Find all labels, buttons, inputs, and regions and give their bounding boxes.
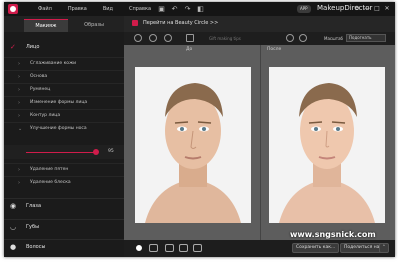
person-icon[interactable] xyxy=(179,244,188,252)
list-item-expanded[interactable]: ⌄ Улучшение формы носа xyxy=(4,122,124,135)
list-item-label: Удаление блеска xyxy=(30,180,71,185)
list-item[interactable]: › Удаление блеска xyxy=(4,176,124,189)
section-face-label: Лицо xyxy=(26,44,40,50)
list-item-label: Изменение формы лица xyxy=(30,100,88,105)
list-item-label: Контур лица xyxy=(30,113,61,118)
list-item[interactable]: › Основа xyxy=(4,70,124,83)
maximize-icon[interactable]: □ xyxy=(373,3,381,14)
photo-canvas: До После xyxy=(124,45,395,240)
menu-view[interactable]: Вид xyxy=(103,4,113,14)
chevron-right-icon: › xyxy=(18,87,20,93)
face-icon: ✓ xyxy=(10,43,16,51)
list-item-label: Улучшение формы носа xyxy=(30,126,87,131)
crop-icon[interactable] xyxy=(186,34,194,42)
app-badge[interactable]: APP xyxy=(297,5,311,13)
face-detect-icon[interactable] xyxy=(134,34,142,42)
nose-slider-row: 95 xyxy=(4,145,124,159)
chevron-right-icon: › xyxy=(18,61,20,67)
list-item-label: Румянец xyxy=(30,87,51,92)
settings-icon[interactable]: ⚙ xyxy=(353,3,361,14)
save-as-button[interactable]: Сохранить как... xyxy=(292,243,340,253)
app-logo-icon xyxy=(8,4,18,14)
side-by-side-icon[interactable] xyxy=(149,244,158,252)
undo-icon[interactable]: ↶ xyxy=(170,4,179,13)
list-item[interactable]: › Изменение формы лица xyxy=(4,96,124,109)
portrait-after xyxy=(269,67,385,223)
list-item[interactable]: › Контур лица xyxy=(4,109,124,122)
before-photo xyxy=(135,67,251,223)
list-item-label: Сглаживание кожи xyxy=(30,61,77,66)
section-hair[interactable]: ● Волосы xyxy=(4,239,124,254)
open-icon[interactable]: ▣ xyxy=(157,4,166,13)
feature-sidebar: ✓ Лицо › Сглаживание кожи › Основа › Рум… xyxy=(4,32,124,257)
watermark: www.sngsnick.com xyxy=(290,230,376,239)
menu-edit[interactable]: Правка xyxy=(68,4,87,14)
expand-icon[interactable]: ⌃ xyxy=(379,243,389,253)
view-toolbar: Gift making tips Масштаб Подогнать xyxy=(124,32,395,45)
top-toolbar: Перейти на Beauty Circle >> xyxy=(124,16,395,32)
face-align-icon[interactable] xyxy=(149,34,157,42)
slider-handle[interactable] xyxy=(93,149,99,155)
menu-file[interactable]: Файл xyxy=(38,4,52,14)
after-label: После xyxy=(267,47,282,52)
mode-tabs: Макияж Образы xyxy=(4,16,124,32)
section-eyes-label: Глаза xyxy=(26,203,42,209)
window-controls: ⚙ — □ ✕ xyxy=(351,3,391,14)
section-face[interactable]: ✓ Лицо xyxy=(4,40,124,54)
title-bar: Файл Правка Вид Справка ▣ ↶ ↷ ◧ APP Make… xyxy=(4,2,395,16)
section-eyes[interactable]: ◉ Глаза xyxy=(4,198,124,213)
tab-looks[interactable]: Образы xyxy=(72,19,116,31)
camera-icon[interactable] xyxy=(193,244,202,252)
section-lips[interactable]: ◡ Губы xyxy=(4,219,124,234)
quick-toolbar: ▣ ↶ ↷ ◧ xyxy=(157,4,209,13)
reset-icon[interactable] xyxy=(164,34,172,42)
tab-makeup[interactable]: Макияж xyxy=(24,19,68,32)
chevron-right-icon: › xyxy=(18,100,20,106)
slider-value: 95 xyxy=(108,149,114,154)
chevron-right-icon: › xyxy=(18,167,20,173)
list-item-label: Удаление пятен xyxy=(30,167,69,172)
menu-help[interactable]: Справка xyxy=(129,4,151,14)
list-item-label: Основа xyxy=(30,74,48,79)
eyedropper-icon[interactable] xyxy=(165,244,174,252)
single-view-icon[interactable] xyxy=(136,245,142,251)
tool-note: Gift making tips xyxy=(209,36,241,41)
lips-icon: ◡ xyxy=(10,223,17,231)
after-photo xyxy=(269,67,385,223)
zoom-label: Масштаб xyxy=(324,36,344,41)
list-item[interactable]: › Удаление пятен xyxy=(4,163,124,176)
zoom-select[interactable]: Подогнать xyxy=(346,34,386,42)
chevron-right-icon: › xyxy=(18,113,20,119)
bottom-bar: Сохранить как... Поделиться на... ⌃ xyxy=(124,240,395,257)
before-label: До xyxy=(186,47,193,52)
split-view-icon[interactable] xyxy=(286,34,294,42)
menu-bar: Файл Правка Вид Справка xyxy=(38,4,167,14)
close-icon[interactable]: ✕ xyxy=(383,3,391,14)
list-item[interactable]: › Сглаживание кожи xyxy=(4,57,124,70)
redo-icon[interactable]: ↷ xyxy=(183,4,192,13)
app-window: Файл Правка Вид Справка ▣ ↶ ↷ ◧ APP Make… xyxy=(4,2,395,257)
section-hair-label: Волосы xyxy=(26,244,46,250)
chevron-right-icon: › xyxy=(18,74,20,80)
list-item[interactable]: › Румянец xyxy=(4,83,124,96)
compare-divider[interactable] xyxy=(260,45,261,240)
slider-track[interactable] xyxy=(26,152,96,153)
section-lips-label: Губы xyxy=(26,224,40,230)
beauty-circle-icon[interactable] xyxy=(132,20,138,26)
portrait-before xyxy=(135,67,251,223)
minimize-icon[interactable]: — xyxy=(363,3,371,14)
compare-icon[interactable]: ◧ xyxy=(196,4,205,13)
chevron-down-icon: ⌄ xyxy=(18,126,23,132)
eye-icon: ◉ xyxy=(10,202,17,210)
hair-icon: ● xyxy=(10,243,17,251)
pan-icon[interactable] xyxy=(299,34,307,42)
beauty-circle-link[interactable]: Перейти на Beauty Circle >> xyxy=(143,19,218,28)
chevron-right-icon: › xyxy=(18,180,20,186)
